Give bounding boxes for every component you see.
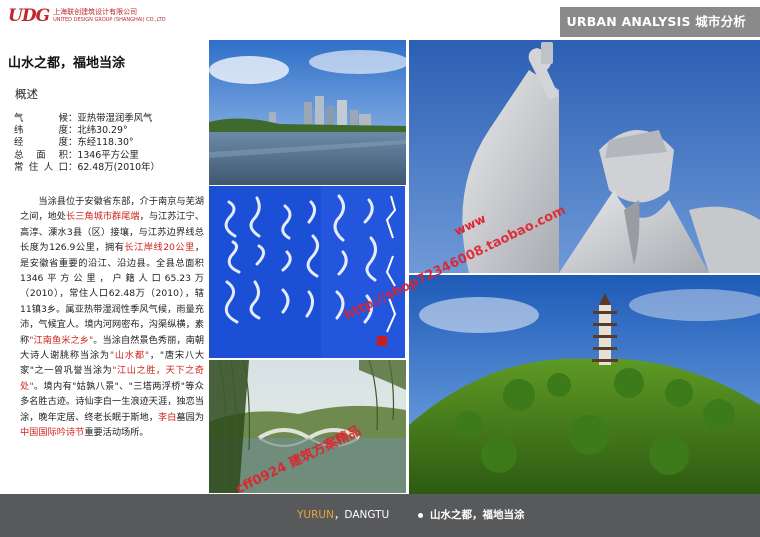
footer-brand-accent: YURUN xyxy=(297,509,334,521)
fact-row: 常住人口：62.48万(2010年） xyxy=(14,162,160,174)
header-title-band: URBAN ANALYSIS 城市分析 xyxy=(560,7,760,37)
para-text: ，是安徽省重要的沿江、沿边县。全县总面积1346平方公里，户籍人口65.23万（… xyxy=(20,242,204,346)
footer: YURUN，DANGTU 山水之都，福地当涂 xyxy=(0,494,760,537)
fact-key: 总 面 积 xyxy=(14,149,68,161)
para-highlight: "山水都" xyxy=(109,350,150,362)
fact-value: ：东经118.30° xyxy=(68,137,134,149)
fact-row: 总 面 积：1346平方公里 xyxy=(14,150,160,162)
fact-value: ：1346平方公里 xyxy=(68,149,139,161)
fact-value: ：62.48万(2010年） xyxy=(68,161,160,173)
pagoda-hill-photo xyxy=(409,275,760,494)
footer-brand-rest: ，DANGTU xyxy=(333,509,390,521)
fact-key: 常住人口 xyxy=(14,161,68,173)
fact-row: 纬 度：北纬30.29° xyxy=(14,125,160,137)
logo-text: 上海联创建筑设计有限公司 UNITED DESIGN GROUP (SHANGH… xyxy=(53,9,165,23)
para-highlight: 中国国际吟诗节 xyxy=(20,427,85,439)
park-bridge-photo xyxy=(209,360,406,493)
overview-paragraph: 当涂县位于安徽省东部，介于南京与芜湖之间，地处长三角城市群尾端，与江苏江宁、高淳… xyxy=(20,194,204,441)
statue-photo xyxy=(409,40,760,273)
logo-company-cn: 上海联创建筑设计有限公司 xyxy=(53,8,138,16)
fact-key: 纬 度 xyxy=(14,125,68,137)
para-text: 重要活动场所。 xyxy=(84,427,149,439)
para-text: 墓园为 xyxy=(176,411,205,423)
calligraphy-photo xyxy=(209,186,405,358)
footer-section-title: 山水之都，福地当涂 xyxy=(430,509,525,521)
para-highlight: "江南鱼米之乡" xyxy=(29,334,94,346)
fact-row: 气 候：亚热带湿润季风气 xyxy=(14,113,160,125)
fact-value: ：北纬30.29° xyxy=(68,125,128,137)
header-title: URBAN ANALYSIS 城市分析 xyxy=(566,14,746,29)
footer-brand: YURUN，DANGTU xyxy=(297,494,389,537)
fact-value: ：亚热带湿润季风气 xyxy=(68,113,153,124)
lake-photo xyxy=(209,40,406,185)
logo-mark: UDG xyxy=(8,6,50,26)
para-highlight: 长江岸线20公里 xyxy=(124,242,195,254)
para-highlight: 长三角城市群尾端 xyxy=(66,211,140,223)
fact-row: 经 度：东经118.30° xyxy=(14,137,160,149)
logo-company-en: UNITED DESIGN GROUP (SHANGHAI) CO.,LTD xyxy=(53,17,166,23)
facts-list: 气 候：亚热带湿润季风气 纬 度：北纬30.29° 经 度：东经118.30° … xyxy=(14,113,160,174)
page-title: 山水之都，福地当涂 xyxy=(8,56,126,71)
company-logo: UDG 上海联创建筑设计有限公司 UNITED DESIGN GROUP (SH… xyxy=(8,6,166,26)
section-title: 概述 xyxy=(15,87,38,101)
header: UDG 上海联创建筑设计有限公司 UNITED DESIGN GROUP (SH… xyxy=(0,0,760,38)
fact-key: 气 候 xyxy=(14,113,68,124)
bullet-dot-icon xyxy=(418,513,423,518)
fact-key: 经 度 xyxy=(14,137,68,149)
para-highlight: 李白 xyxy=(158,411,177,423)
